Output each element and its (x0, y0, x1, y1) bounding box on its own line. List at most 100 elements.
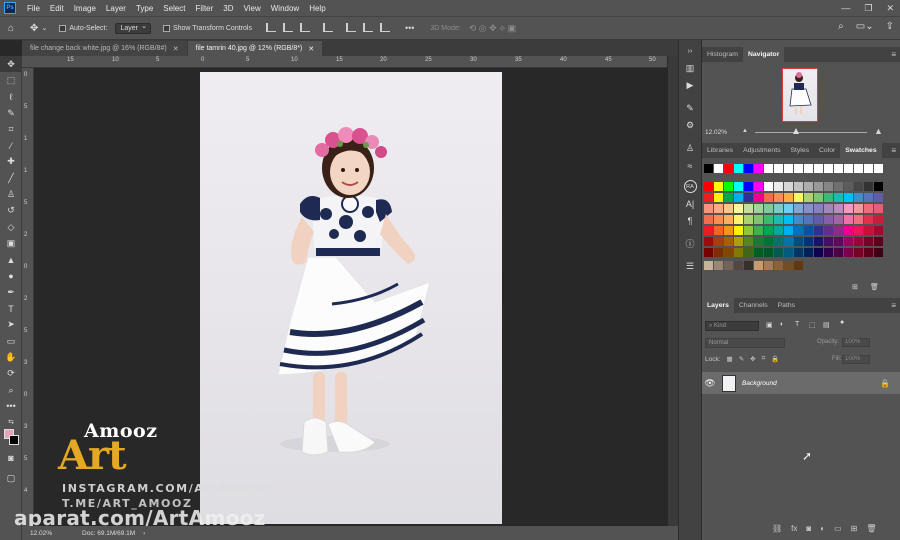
adjustment-layer-icon[interactable]: ◐ (820, 524, 825, 533)
color-swatch[interactable] (804, 182, 814, 192)
color-swatch[interactable] (704, 248, 714, 258)
color-swatch[interactable] (784, 261, 794, 271)
color-swatch[interactable] (784, 164, 794, 174)
color-swatch[interactable] (814, 226, 824, 236)
zoom-tool-icon[interactable]: ⌕ (0, 382, 22, 398)
color-swatch[interactable] (814, 193, 824, 203)
color-swatch[interactable] (874, 215, 884, 225)
auto-select-dropdown[interactable]: Layer (115, 22, 151, 34)
color-swatch[interactable] (864, 226, 874, 236)
color-swatch[interactable] (714, 261, 724, 271)
panel-menu-icon[interactable]: ≡ (891, 146, 896, 155)
zoom-out-icon[interactable]: ▲ (742, 128, 748, 134)
color-swatch[interactable] (864, 215, 874, 225)
color-swatch[interactable] (804, 204, 814, 214)
color-swatch[interactable] (774, 226, 784, 236)
color-swatch[interactable] (754, 261, 764, 271)
close-tab-icon[interactable]: ✕ (173, 45, 179, 53)
document-image[interactable] (200, 72, 502, 524)
add-mask-icon[interactable]: ◙ (806, 524, 811, 533)
brush-tool-icon[interactable]: ╱ (0, 170, 22, 186)
type-tool-icon[interactable]: T (0, 300, 22, 316)
new-group-icon[interactable]: ▭ (834, 524, 842, 533)
gradient-tool-icon[interactable]: ▣ (0, 235, 22, 251)
auto-select-checkbox[interactable] (59, 24, 67, 32)
color-swatch[interactable] (774, 261, 784, 271)
color-swatch[interactable] (774, 204, 784, 214)
lasso-tool-icon[interactable]: ℓ (0, 89, 22, 105)
color-swatch[interactable] (754, 226, 764, 236)
color-swatch[interactable] (714, 182, 724, 192)
close-tab-icon[interactable]: ✕ (308, 45, 314, 53)
color-swatch[interactable] (874, 204, 884, 214)
color-swatch[interactable] (864, 237, 874, 247)
color-swatch[interactable] (714, 237, 724, 247)
align-middle-icon[interactable] (362, 23, 373, 32)
color-swatch[interactable] (824, 193, 834, 203)
menu-help[interactable]: Help (304, 4, 330, 13)
swap-colors-icon[interactable]: ⇆ (0, 415, 22, 429)
color-swatch[interactable] (744, 261, 754, 271)
move-tool-icon[interactable]: ✥ (0, 56, 22, 73)
color-swatch[interactable] (784, 215, 794, 225)
color-swatch[interactable] (754, 182, 764, 192)
lock-position-icon[interactable]: ✥ (750, 355, 755, 363)
tab-color[interactable]: Color (814, 143, 840, 158)
distribute-icon[interactable] (322, 23, 333, 32)
align-center-icon[interactable] (282, 23, 293, 32)
color-swatch[interactable] (804, 193, 814, 203)
color-swatch[interactable] (794, 237, 804, 247)
rectangle-tool-icon[interactable]: ▭ (0, 333, 22, 349)
lock-artboard-icon[interactable]: ⌗ (762, 355, 766, 363)
collapse-panels-icon[interactable]: ›› (679, 43, 701, 60)
color-swatch[interactable] (804, 237, 814, 247)
color-swatch[interactable] (864, 193, 874, 203)
history-brush-tool-icon[interactable]: ↺ (0, 203, 22, 219)
align-top-icon[interactable] (345, 23, 356, 32)
filter-smart-object-icon[interactable]: ▤ (823, 321, 830, 329)
layer-comps-icon[interactable]: ☰ (679, 258, 701, 275)
color-swatch[interactable] (834, 164, 844, 174)
show-transform-checkbox[interactable] (162, 24, 170, 32)
color-swatch[interactable] (754, 193, 764, 203)
color-swatch[interactable] (754, 215, 764, 225)
color-swatch[interactable] (784, 237, 794, 247)
color-swatch[interactable] (754, 248, 764, 258)
quick-selection-tool-icon[interactable]: ✎ (0, 105, 22, 121)
photoshop-logo-icon[interactable]: Ps (4, 2, 16, 14)
color-swatch[interactable] (794, 182, 804, 192)
color-swatch[interactable] (854, 215, 864, 225)
color-swatch[interactable] (834, 215, 844, 225)
color-swatch[interactable] (744, 248, 754, 258)
color-swatch[interactable] (844, 204, 854, 214)
color-swatch[interactable] (784, 182, 794, 192)
delete-layer-icon[interactable]: 🗑 (866, 524, 876, 533)
color-swatch[interactable] (724, 164, 734, 174)
color-swatch[interactable] (774, 215, 784, 225)
color-swatch[interactable] (744, 237, 754, 247)
clone-stamp-tool-icon[interactable]: ♙ (0, 186, 22, 202)
color-swatch[interactable] (814, 237, 824, 247)
tab-swatches[interactable]: Swatches (840, 143, 882, 158)
share-icon[interactable]: ⇪ (886, 21, 894, 32)
color-swatch[interactable] (734, 164, 744, 174)
align-right-icon[interactable] (299, 23, 310, 32)
more-options-icon[interactable]: ••• (405, 23, 414, 33)
color-swatch[interactable] (854, 226, 864, 236)
color-swatch[interactable] (874, 164, 884, 174)
actions-icon[interactable]: ▶ (679, 77, 701, 94)
color-swatch[interactable] (714, 226, 724, 236)
layer-lock-icon[interactable]: 🔒 (880, 379, 890, 388)
new-layer-icon[interactable]: ⊞ (851, 524, 858, 533)
color-swatch[interactable] (874, 226, 884, 236)
tab-navigator[interactable]: Navigator (742, 47, 785, 62)
rotate-view-tool-icon[interactable]: ⟳ (0, 366, 22, 382)
color-swatch[interactable] (724, 215, 734, 225)
layer-row-background[interactable]: 👁 Background 🔒 (702, 372, 900, 394)
info-icon[interactable]: ⓘ (679, 235, 701, 252)
color-swatch[interactable] (744, 215, 754, 225)
color-swatch[interactable] (824, 248, 834, 258)
3d-mode-icons[interactable]: ⟲ ◎ ✥ ⟡ ▣ (469, 23, 516, 34)
paragraph-icon[interactable]: ¶ (679, 212, 701, 229)
navigator-zoom-slider[interactable] (755, 132, 867, 133)
